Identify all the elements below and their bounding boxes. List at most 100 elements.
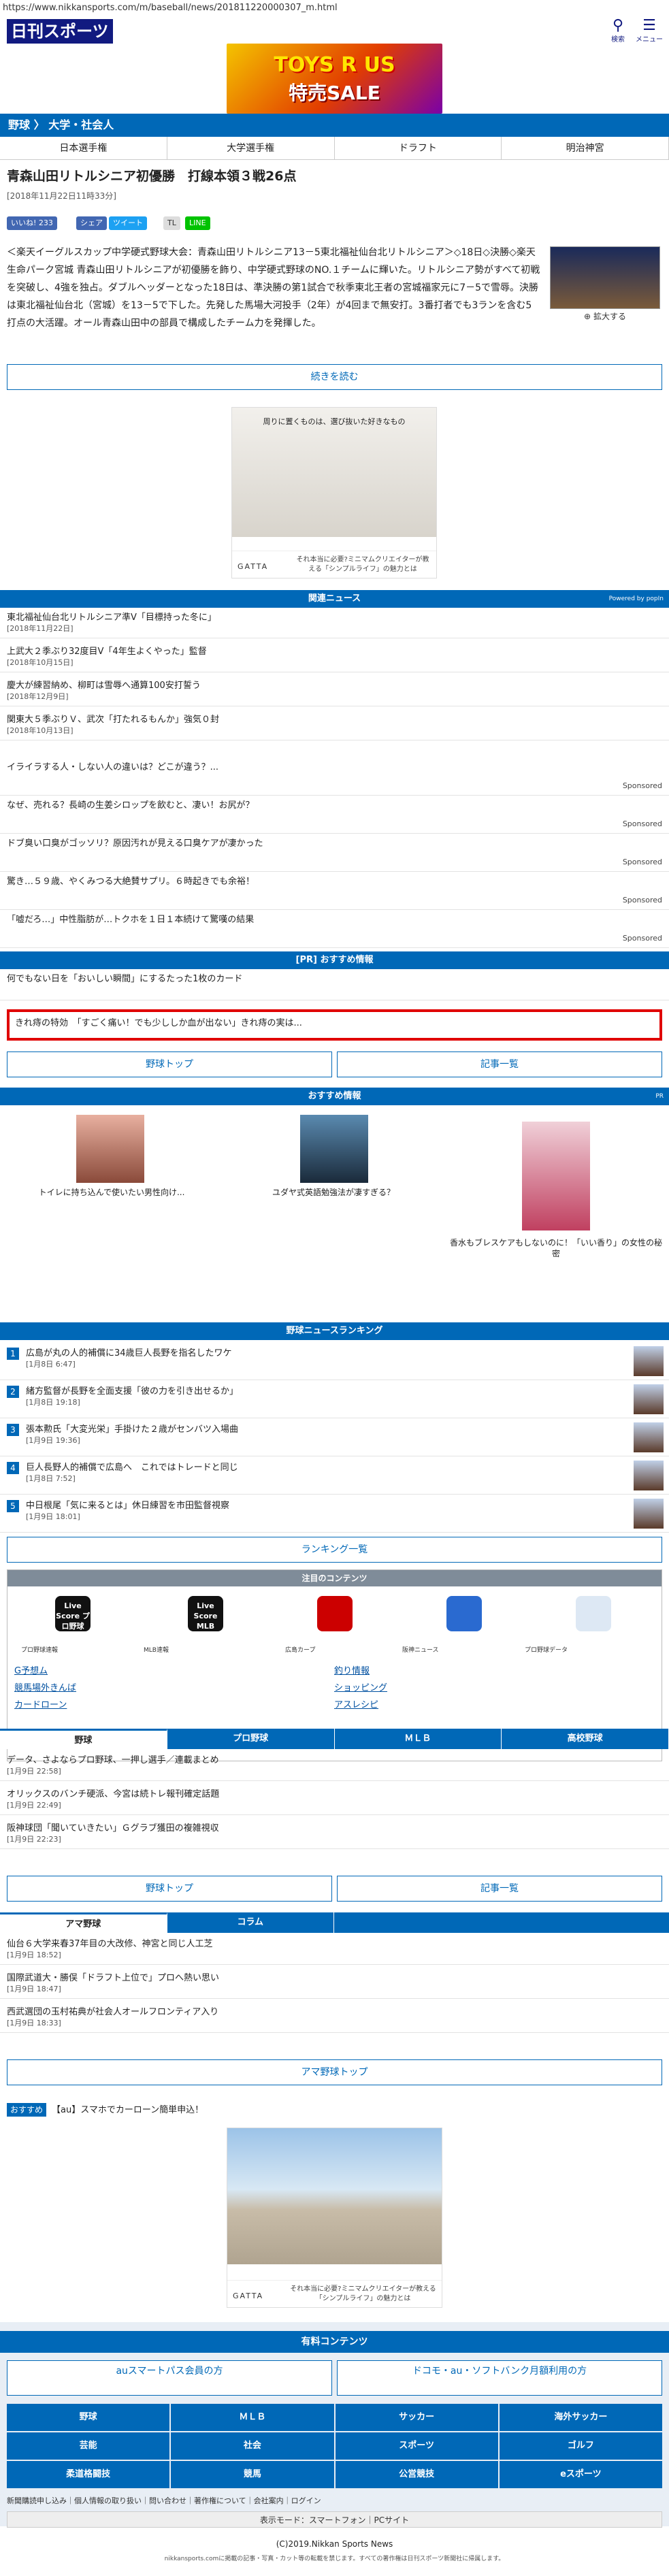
baseball-top-button-2[interactable]: 野球トップ — [7, 1876, 332, 1902]
ranking-item[interactable]: 1 広島が丸の人的補償に34歳巨人長野を指名したワケ [1月8日 6:47] — [0, 1342, 669, 1380]
live-score-mlb-app[interactable]: Live Score MLB — [188, 1596, 223, 1631]
sponsored-item[interactable]: 「嘘だろ…」中性脂肪が…トクホを１日１本続けて驚嘆の結果 — [0, 910, 669, 948]
tab-news-item[interactable]: オリックスのバンチ硬派、今宮は続トレ報刊確定話題 [1月9日 22:49] — [0, 1784, 669, 1816]
amateur-top-button[interactable]: アマ野球トップ — [7, 2059, 662, 2085]
ranking-item[interactable]: 5 中日根尾「気に来るとは」休日練習を市田監督視察 [1月9日 18:01] — [0, 1495, 669, 1533]
facebook-like-button[interactable]: いいね! 233 — [7, 216, 57, 230]
breadcrumb-baseball[interactable]: 野球 — [8, 118, 30, 131]
recommend-item-1[interactable]: トイレに持ち込んで使いたい男性向け... — [3, 1187, 221, 1198]
display-mode-switch[interactable]: 表示モード：スマートフォン｜PCサイト — [7, 2511, 662, 2528]
subnav-japan-series[interactable]: 日本選手権 — [0, 137, 167, 159]
recommend-image-2[interactable] — [300, 1115, 368, 1183]
related-item[interactable]: 東北福祉仙台北リトルシニア準V「目標持った冬に」 [2018年11月22日] — [0, 608, 669, 639]
ranking-item[interactable]: 4 巨人長野人的補償で広島へ これではトレードと同じ [1月8日 7:52] — [0, 1456, 669, 1495]
baseball-top-button[interactable]: 野球トップ — [7, 1051, 332, 1077]
carrier-monthly-button[interactable]: ドコモ・au・ソフトバンク月額利用の方 — [337, 2360, 662, 2396]
pickup-link[interactable]: G予想ム — [14, 1665, 48, 1678]
footer-category-grid: 野球 ＭＬＢ サッカー 海外サッカー 芸能 社会 スポーツ ゴルフ 柔道格闘技 … — [7, 2404, 662, 2488]
pickup-link[interactable]: ショッピング — [334, 1682, 387, 1695]
footer-cat[interactable]: 競馬 — [171, 2461, 334, 2488]
article-list-button-2[interactable]: 記事一覧 — [337, 1876, 662, 1902]
tab-amateur[interactable]: アマ野球 — [0, 1912, 167, 1933]
footer-cat[interactable]: スポーツ — [335, 2432, 498, 2460]
related-item[interactable]: 上武大２季ぶり32度目V「4年生よくやった」監督 [2018年10月15日] — [0, 642, 669, 673]
tab-news-item[interactable]: 仙台６大学来春37年目の大改修、神宮と同じ人工芝 [1月9日 18:52] — [0, 1934, 669, 1966]
footer-cat[interactable]: 野球 — [7, 2404, 170, 2431]
carp-app[interactable] — [317, 1596, 353, 1631]
pr-item[interactable]: 何でもない日を「おいしい瞬間」にするたった1枚のカード — [0, 969, 669, 1000]
pickup-link[interactable]: カードローン — [14, 1699, 67, 1712]
tweet-button[interactable]: ツイート — [109, 216, 147, 230]
pickup-link[interactable]: 競馬場外きんば — [14, 1682, 76, 1695]
sponsored-label: Sponsored — [622, 819, 662, 828]
sponsored-item[interactable]: なぜ、売れる？長崎の生姜シロップを飲むと、凄い！お尻が？ — [0, 796, 669, 834]
recommend-item-2[interactable]: ユダヤ式英語勉強法が凄すぎる？ — [225, 1187, 442, 1198]
site-logo[interactable]: 日刊スポーツ — [7, 19, 113, 44]
timeline-button[interactable]: TL — [163, 216, 180, 230]
line-button[interactable]: LINE — [185, 216, 210, 230]
article-body: ＜楽天イーグルスカップ中学硬式野球大会：青森山田リトルシニア13－5東北福祉仙台… — [7, 247, 540, 329]
hanshin-app[interactable] — [446, 1596, 482, 1631]
chevron-right-icon: 〉 — [33, 118, 45, 131]
article-photo[interactable]: ⊕ 拡大する — [550, 246, 660, 321]
ranking-item[interactable]: 3 張本勲氏「大変光栄」手掛けた２歳がセンバツ入場曲 [1月9日 19:36] — [0, 1418, 669, 1456]
tab-news-item[interactable]: 阪神球団「聞いていきたい」Ｇグラブ獲田の複雑視収 [1月9日 22:23] — [0, 1819, 669, 1850]
tab-news-item[interactable]: データ、さよならプロ野球、一押し選手／連載まとめ [1月9日 22:58] — [0, 1750, 669, 1782]
data-app[interactable] — [576, 1596, 611, 1631]
subnav-meiji-jingu[interactable]: 明治神宮 — [502, 137, 669, 159]
subnav-univ-series[interactable]: 大学選手権 — [167, 137, 335, 159]
footer-cat[interactable]: ＭＬＢ — [171, 2404, 334, 2431]
search-icon: ⚲ — [612, 17, 624, 34]
footer-cat[interactable]: サッカー — [335, 2404, 498, 2431]
tab-baseball[interactable]: 野球 — [0, 1729, 167, 1749]
expand-photo-label[interactable]: ⊕ 拡大する — [551, 311, 659, 322]
footer-cat[interactable]: 社会 — [171, 2432, 334, 2460]
tab-npb[interactable]: プロ野球 — [167, 1729, 335, 1749]
pickup-link[interactable]: 釣り情報 — [334, 1665, 370, 1678]
ranking-item[interactable]: 2 緒方監督が長野を全面支援「彼の力を引き出せるか」 [1月8日 19:18] — [0, 1380, 669, 1418]
continue-reading-button[interactable]: 続きを読む — [7, 364, 662, 390]
menu-button[interactable]: ☰ メニュー — [636, 16, 663, 46]
tab-mlb[interactable]: ＭＬＢ — [334, 1729, 502, 1749]
footer-links[interactable]: 新聞購読申し込み｜個人情報の取り扱い｜問い合わせ｜著作権について｜会社案内｜ログ… — [7, 2496, 662, 2507]
au-smartpass-button[interactable]: auスマートパス会員の方 — [7, 2360, 332, 2396]
footer-cat[interactable]: ゴルフ — [499, 2432, 662, 2460]
related-item[interactable]: 慶大が練習納め、柳町は雪辱へ通算100安打誓う [2018年12月9日] — [0, 676, 669, 707]
footer-cat[interactable]: 柔道格闘技 — [7, 2461, 170, 2488]
article-list-button[interactable]: 記事一覧 — [337, 1051, 662, 1077]
gatta-ad-2[interactable]: GATTA それ本当に必要?ミニマムクリエイターが教える「シンプルライフ」の魅力… — [227, 2127, 442, 2308]
sponsored-item[interactable]: ドブ臭い口臭がゴッソリ？原因汚れが見える口臭ケアが凄かった — [0, 834, 669, 872]
sponsored-label: Sponsored — [622, 896, 662, 904]
top-banner-ad[interactable]: TOYS R US 特売SALE — [227, 44, 442, 114]
search-button[interactable]: ⚲ 検索 — [604, 16, 632, 46]
related-item[interactable]: 関東大５季ぶりＶ、武次「打たれるもんか」強気０封 [2018年10月13日] — [0, 710, 669, 741]
url-bar[interactable]: https://www.nikkansports.com/m/baseball/… — [0, 0, 669, 15]
footer-cat[interactable]: 芸能 — [7, 2432, 170, 2460]
footer-cat[interactable]: eスポーツ — [499, 2461, 662, 2488]
facebook-share-button[interactable]: シェア — [76, 216, 107, 230]
osusume-link[interactable]: 【au】スマホでカーローン簡単申込！ — [52, 2104, 203, 2117]
gatta-ad[interactable]: 周りに置くものは、選び抜いた好きなもの GATTA それ本当に必要?ミニマムクリ… — [231, 407, 437, 578]
pr-highlight-item[interactable]: きれ痔の特効 「すごく痛い！でも少ししか血が出ない」きれ痔の実は... — [7, 1009, 662, 1041]
ad-brand: TOYS R US — [274, 53, 395, 77]
tab-column[interactable]: コラム — [167, 1912, 334, 1933]
live-score-npb-app[interactable]: Live Score プロ野球 — [55, 1596, 91, 1631]
sponsored-label: Sponsored — [622, 934, 662, 943]
recommend-item-3[interactable]: 香水もブレスケアもしないのに！「いい香り」の女性の秘密 — [446, 1237, 666, 1259]
tab-news-item[interactable]: 国際武道大・勝俣「ドラフト上位で」プロへ熱い思い [1月9日 18:47] — [0, 1968, 669, 2000]
pickup-link[interactable]: アスレシピ — [334, 1699, 378, 1712]
breadcrumb-amateur[interactable]: 大学・社会人 — [48, 118, 114, 131]
expand-photo-text: 拡大する — [593, 311, 626, 321]
subnav-draft[interactable]: ドラフト — [335, 137, 502, 159]
recommend-image-1[interactable] — [76, 1115, 144, 1183]
sponsored-item[interactable]: 驚き…５９歳、やくみつる大絶賛サプリ。６時起きでも余裕！ — [0, 872, 669, 910]
tab-news-item[interactable]: 西武選団の玉村祐典が社会人オールフロンティア入り [1月9日 18:33] — [0, 2002, 669, 2034]
sponsored-item[interactable]: イライラする人・しない人の違いは？どこが違う？... — [0, 757, 669, 796]
pickup-header: 注目のコンテンツ — [7, 1570, 662, 1586]
tab-koshien[interactable]: 高校野球 — [502, 1729, 669, 1749]
footer-cat[interactable]: 公営競技 — [335, 2461, 498, 2488]
recommend-image-3[interactable] — [522, 1122, 590, 1230]
player-photo — [634, 1461, 664, 1490]
footer-cat[interactable]: 海外サッカー — [499, 2404, 662, 2431]
ranking-list-button[interactable]: ランキング一覧 — [7, 1537, 662, 1563]
